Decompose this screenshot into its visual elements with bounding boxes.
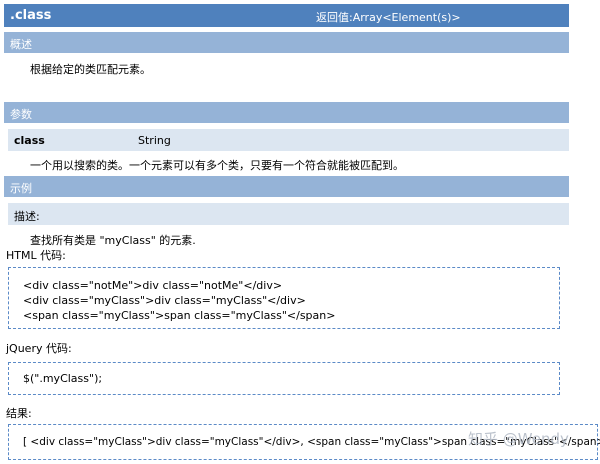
example-heading-label: 示例 bbox=[10, 182, 32, 195]
overview-heading: 概述 bbox=[4, 32, 569, 53]
example-desc-label: 描述: bbox=[14, 210, 40, 223]
overview-heading-label: 概述 bbox=[10, 38, 32, 51]
html-code-line: <div class="myClass">div class="myClass"… bbox=[23, 294, 306, 307]
param-type: String bbox=[138, 134, 171, 147]
param-row: class String bbox=[8, 129, 569, 151]
example-heading: 示例 bbox=[4, 176, 569, 197]
html-code-line: <div class="notMe">div class="notMe"</di… bbox=[23, 279, 283, 292]
example-desc-text: 查找所有类是 "myClass" 的元素. bbox=[30, 234, 196, 247]
example-desc-row: 描述: bbox=[8, 203, 569, 225]
param-description: 一个用以搜索的类。一个元素可以有多个类，只要有一个符合就能被匹配到。 bbox=[30, 159, 404, 172]
jquery-code-box: $(".myClass"); bbox=[8, 362, 560, 395]
method-name: .class bbox=[10, 8, 52, 23]
zhihu-watermark: 知乎 @Wendy bbox=[468, 430, 569, 448]
html-code-label: HTML 代码: bbox=[6, 249, 66, 262]
api-title-bar: .class 返回值:Array<Element(s)> bbox=[4, 4, 569, 27]
result-label: 结果: bbox=[6, 407, 32, 420]
param-name: class bbox=[14, 134, 45, 147]
overview-description: 根据给定的类匹配元素。 bbox=[30, 63, 151, 76]
html-code-box: <div class="notMe">div class="notMe"</di… bbox=[8, 267, 560, 329]
params-heading-label: 参数 bbox=[10, 108, 32, 121]
return-value: 返回值:Array<Element(s)> bbox=[316, 11, 461, 24]
html-code-line: <span class="myClass">span class="myClas… bbox=[23, 309, 336, 322]
jquery-code-label: jQuery 代码: bbox=[6, 342, 72, 355]
params-heading: 参数 bbox=[4, 102, 569, 123]
jquery-code-line: $(".myClass"); bbox=[23, 372, 103, 385]
